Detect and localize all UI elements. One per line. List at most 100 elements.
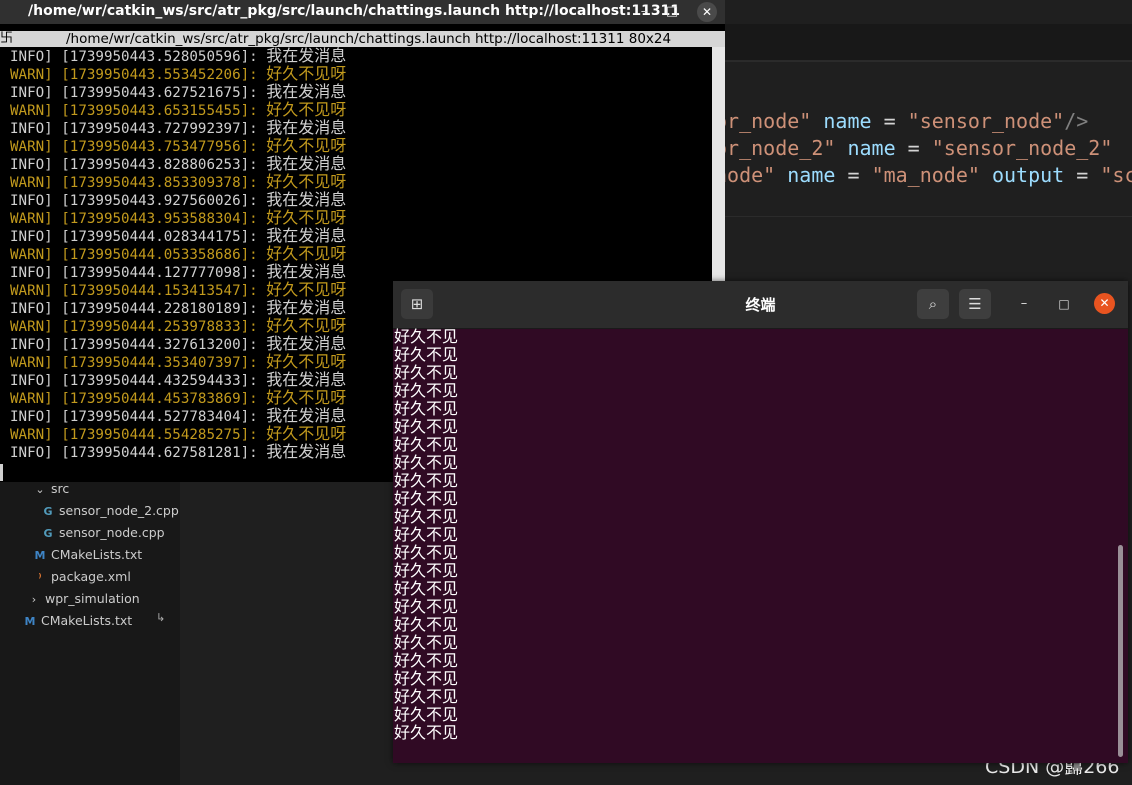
terminal-line: 好久不见 [394, 651, 459, 670]
explorer-item[interactable]: M CMakeLists.txt [34, 544, 143, 566]
terminal-line: 好久不见 [394, 345, 459, 364]
terminal-line: 好久不见 [394, 561, 459, 580]
terminal-line: 好久不见 [394, 507, 459, 526]
log-line: INFO] [1739950443.927560026]: 我在发消息 [10, 191, 346, 210]
explorer-item-label: wpr_simulation [45, 591, 140, 606]
terminal-line: 好久不见 [394, 669, 459, 688]
log-line: WARN] [1739950443.753477956]: 好久不见呀 [10, 137, 346, 156]
log-meta: INFO] [1739950444.127777098]: [10, 265, 267, 281]
terminal-scrollbar[interactable] [1118, 545, 1123, 757]
terminal-line: 好久不见 [394, 525, 459, 544]
explorer-item-label: sensor_node.cpp [59, 525, 165, 540]
log-line: WARN] [1739950444.053358686]: 好久不见呀 [10, 244, 347, 264]
close-icon[interactable]: ✕ [697, 2, 717, 22]
terminal-line: 好久不见 [394, 687, 459, 706]
terminal-line: 好久不见 [394, 489, 459, 508]
explorer-item[interactable]: Gsensor_node_2.cpp [42, 500, 178, 522]
log-message: 我在发消息 [266, 262, 347, 281]
log-line: INFO] [1739950444.432594433]: 我在发消息 [10, 371, 346, 390]
minimize-icon[interactable]: – [634, 2, 654, 22]
minimize-icon[interactable]: – [1013, 293, 1035, 315]
terminal-line: 好久不见 [394, 597, 459, 616]
log-meta: INFO] [1739950444.327613200]: [10, 337, 267, 353]
log-line: INFO] [1739950444.127777098]: 我在发消息 [10, 262, 347, 282]
terminal-line: 好久不见 [394, 471, 459, 490]
log-message: 我在发消息 [266, 82, 347, 101]
code-token: "sc [1100, 163, 1132, 187]
log-meta: WARN] [1739950444.554285275]: [10, 427, 267, 443]
code-token: name [775, 163, 848, 187]
cpp-icon: G [43, 505, 53, 518]
log-line: WARN] [1739950444.554285275]: 好久不见呀 [10, 425, 346, 444]
log-message: 我在发消息 [266, 334, 347, 353]
maximize-icon[interactable]: □ [662, 2, 682, 22]
chevron-down-icon: ⌄ [35, 483, 45, 496]
window-menu-icon[interactable]: 卐 [0, 31, 13, 47]
log-meta: WARN] [1739950443.953588304]: [10, 211, 267, 227]
terminal-output[interactable]: 好久不见 好久不见 好久不见 好久不见 好久不见 好久不见 好久不见 好久不见 好久不见 好久不见… [393, 328, 1128, 763]
chevron-right-icon: › [31, 593, 37, 606]
code-token: "sensor_node_2" [931, 136, 1113, 160]
close-icon[interactable]: ✕ [1094, 293, 1115, 314]
code-token: "sensor_node" [907, 109, 1065, 133]
explorer-item[interactable]: Gsensor_node.cpp [42, 522, 165, 544]
code-line: node" name = "ma_node" output = "sc [715, 162, 1132, 189]
log-line: INFO] [1739950444.627581281]: 我在发消息 [10, 442, 347, 462]
terminal-line: 好久不见 [394, 705, 459, 724]
log-line: INFO] [1739950444.228180189]: 我在发消息 [10, 299, 346, 318]
terminal-line: 好久不见 [394, 579, 459, 598]
log-message: 好久不见呀 [266, 280, 347, 299]
log-message: 我在发消息 [266, 406, 347, 425]
symlink-icon: ↳ [156, 611, 166, 624]
log-line: INFO] [1739950443.627521675]: 我在发消息 [10, 82, 347, 102]
log-message: 好久不见呀 [266, 388, 347, 407]
log-line: WARN] [1739950443.653155455]: 好久不见呀 [10, 101, 346, 120]
explorer-item[interactable]: › wpr_simulation [28, 588, 140, 610]
log-line: INFO] [1739950444.028344175]: 我在发消息 [10, 227, 346, 246]
maximize-icon[interactable]: □ [1053, 293, 1075, 315]
log-meta: INFO] [1739950443.927560026]: [10, 193, 267, 209]
code-token: name [811, 109, 884, 133]
xterm-titlebar[interactable]: /home/wr/catkin_ws/src/atr_pkg/src/launc… [0, 0, 725, 24]
log-meta: INFO] [1739950444.028344175]: [10, 229, 267, 245]
log-meta: WARN] [1739950444.053358686]: [10, 247, 267, 263]
log-line: WARN] [1739950444.253978833]: 好久不见呀 [10, 317, 346, 336]
xterm-scrollbar[interactable] [712, 47, 725, 282]
search-icon[interactable]: ⌕ [917, 289, 949, 319]
log-meta: INFO] [1739950443.528050596]: [10, 49, 267, 65]
code-token: or_node" [715, 109, 812, 133]
log-meta: WARN] [1739950443.753477956]: [10, 139, 267, 155]
new-tab-button[interactable]: ⊞ [401, 289, 433, 319]
log-meta: WARN] [1739950443.653155455]: [10, 103, 267, 119]
terminal-line: 好久不见 [394, 399, 459, 418]
log-message: 好久不见呀 [266, 352, 347, 371]
gnome-terminal-window: 终端 ⊞ ⌕ ☰ – □ ✕ 好久不见 好久不见 好久不见 好久不见 好久不见 好久不见好… [393, 281, 1128, 763]
log-message: 我在发消息 [266, 154, 347, 173]
log-meta: INFO] [1739950443.627521675]: [10, 85, 267, 101]
log-line: INFO] [1739950443.528050596]: 我在发消息 [10, 47, 346, 65]
terminal-headerbar[interactable]: 终端 ⊞ ⌕ ☰ – □ ✕ [393, 281, 1128, 329]
xterm-subtitle: /home/wr/catkin_ws/src/atr_pkg/src/launc… [66, 31, 672, 47]
explorer-item-label: CMakeLists.txt [51, 547, 143, 562]
hamburger-menu-icon[interactable]: ☰ [959, 289, 991, 319]
log-message: 我在发消息 [266, 118, 347, 137]
xml-icon: ⁾ [38, 571, 42, 584]
log-line: WARN] [1739950444.353407397]: 好久不见呀 [10, 352, 347, 372]
explorer-item[interactable]: M CMakeLists.txt [24, 610, 133, 632]
log-message: 我在发消息 [266, 47, 347, 65]
log-message: 我在发消息 [266, 442, 347, 461]
terminal-line: 好久不见 [394, 633, 459, 652]
log-message: 好久不见呀 [266, 244, 347, 263]
code-token: = [907, 136, 932, 160]
terminal-line: 好久不见 [394, 453, 459, 472]
log-meta: INFO] [1739950444.627581281]: [10, 445, 267, 461]
editor-tab-bar [725, 24, 1132, 61]
explorer-item[interactable]: ⁾ package.xml [34, 566, 130, 588]
log-meta: WARN] [1739950444.253978833]: [10, 319, 267, 335]
log-message: 好久不见呀 [266, 64, 347, 83]
code-token: "ma_node" [871, 163, 980, 187]
log-line: WARN] [1739950443.553452206]: 好久不见呀 [10, 64, 347, 84]
log-meta: WARN] [1739950444.153413547]: [10, 283, 267, 299]
cpp-icon: G [43, 527, 53, 540]
terminal-line: 好久不见 [394, 615, 459, 634]
